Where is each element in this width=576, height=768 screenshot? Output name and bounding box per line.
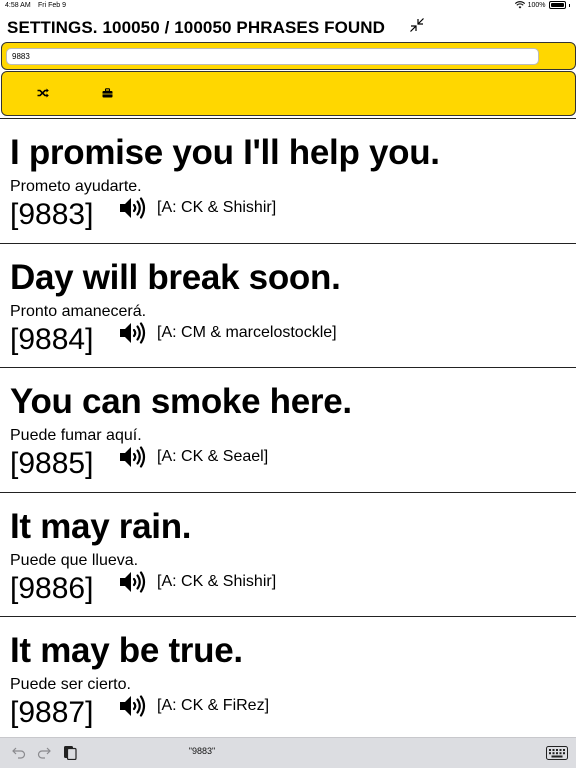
undo-icon[interactable]	[12, 745, 26, 759]
phrase-card[interactable]: It may rain. Puede que llueva. [9886] [A…	[0, 493, 576, 617]
phrase-english: It may be true.	[10, 631, 243, 670]
phrase-number: [9885]	[10, 447, 94, 480]
status-right: 100%	[514, 1, 570, 9]
phrase-english: It may rain.	[10, 506, 192, 546]
battery-percent: 100%	[527, 1, 546, 9]
phrase-attribution: [A: CK & Shishir]	[157, 572, 277, 590]
phrase-attribution: [A: CK & FiRez]	[157, 697, 270, 714]
shuffle-button[interactable]	[36, 86, 50, 100]
phrase-english: I promise you I'll help you.	[10, 133, 440, 172]
phrase-spanish: Puede ser cierto.	[10, 676, 131, 693]
page-title[interactable]: SETTINGS. 100050 / 100050 PHRASES FOUND	[7, 18, 385, 38]
speaker-icon[interactable]	[118, 196, 146, 220]
phrase-card[interactable]: It may be true. Puede ser cierto. [9887]…	[0, 617, 576, 736]
phrase-english: You can smoke here.	[10, 382, 352, 421]
paste-icon[interactable]	[63, 744, 77, 760]
phrase-number: [9884]	[10, 322, 94, 356]
briefcase-button[interactable]	[100, 86, 114, 100]
battery-tip	[568, 3, 570, 7]
wifi-icon	[514, 1, 525, 9]
keyboard-icon[interactable]	[546, 746, 568, 760]
toolbar	[1, 71, 576, 116]
briefcase-icon	[102, 88, 112, 98]
phrase-card[interactable]: Day will break soon. Pronto amanecerá. […	[0, 244, 576, 368]
status-bar: 4:58 AM Fri Feb 9 100%	[0, 0, 576, 12]
phrase-spanish: Puede que llueva.	[10, 551, 139, 569]
phrase-spanish: Pronto amanecerá.	[10, 302, 147, 320]
phrase-spanish: Prometo ayudarte.	[10, 178, 142, 195]
status-date: Fri Feb 9	[38, 2, 67, 9]
phrase-attribution: [A: CK & Shishir]	[157, 199, 277, 216]
phrase-spanish: Puede fumar aquí.	[10, 427, 142, 444]
speaker-icon[interactable]	[118, 445, 146, 469]
shuffle-icon	[37, 88, 49, 98]
speaker-icon[interactable]	[118, 570, 146, 594]
autocorrect-suggestion[interactable]: "9883"	[160, 746, 244, 756]
title-bar: SETTINGS. 100050 / 100050 PHRASES FOUND	[0, 14, 576, 42]
speaker-icon[interactable]	[118, 694, 146, 718]
search-bar	[1, 42, 576, 70]
keyboard-shortcut-bar: "9883"	[0, 737, 576, 768]
phrase-attribution: [A: CK & Seael]	[157, 448, 269, 465]
speaker-icon[interactable]	[118, 321, 146, 345]
phrase-card[interactable]: I promise you I'll help you. Prometo ayu…	[0, 119, 576, 244]
phrase-number: [9886]	[10, 571, 94, 605]
phrase-number: [9887]	[10, 696, 94, 729]
phrase-card[interactable]: You can smoke here. Puede fumar aquí. [9…	[0, 368, 576, 493]
phrase-english: Day will break soon.	[10, 257, 341, 297]
battery-icon	[548, 1, 566, 9]
redo-icon[interactable]	[37, 745, 51, 759]
collapse-icon[interactable]	[408, 16, 426, 34]
status-time: 4:58 AM	[5, 2, 31, 9]
phrase-attribution: [A: CM & marcelostockle]	[157, 323, 337, 341]
search-input[interactable]	[6, 48, 539, 65]
phrase-number: [9883]	[10, 198, 94, 231]
phrase-list: I promise you I'll help you. Prometo ayu…	[0, 118, 576, 736]
